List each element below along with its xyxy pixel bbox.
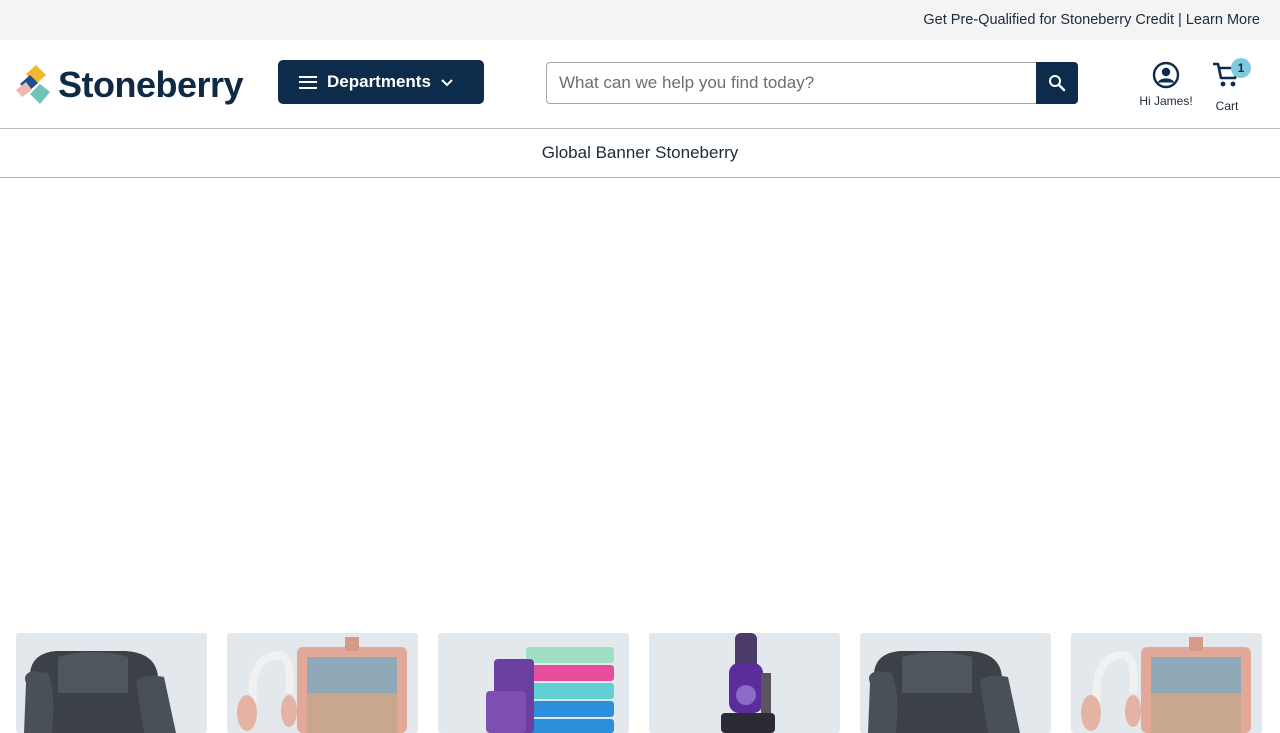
- logo-wordmark: Stoneberry: [58, 64, 244, 105]
- product-card-recliner[interactable]: [860, 633, 1051, 733]
- chevron-down-icon: [441, 79, 453, 87]
- cart-count-badge: 1: [1231, 58, 1251, 78]
- recliner-image: [24, 651, 176, 733]
- search-button[interactable]: [1036, 62, 1078, 104]
- hero-area: [0, 178, 1280, 633]
- prequalify-link[interactable]: Get Pre-Qualified for Stoneberry Credit …: [923, 12, 1260, 28]
- product-carousel: [16, 633, 1262, 733]
- hamburger-menu-icon: [299, 75, 317, 89]
- product-card-recliner[interactable]: [16, 633, 207, 733]
- cart-label: Cart: [1215, 99, 1239, 113]
- user-account-icon: [1152, 61, 1180, 89]
- product-card-vacuum[interactable]: [649, 633, 840, 733]
- headphones-tablet-image: [237, 637, 407, 733]
- towel-set-image: [486, 647, 614, 733]
- account-greeting: Hi James!: [1139, 94, 1193, 108]
- recliner-image: [868, 651, 1020, 733]
- account-button[interactable]: Hi James!: [1136, 61, 1196, 108]
- global-banner: Global Banner Stoneberry: [0, 129, 1280, 178]
- search-icon: [1049, 75, 1066, 92]
- search-input[interactable]: [546, 62, 1036, 104]
- departments-label: Departments: [327, 72, 431, 91]
- product-card-headphones[interactable]: [1071, 633, 1262, 733]
- site-header: Stoneberry Departments Hi James!: [0, 40, 1280, 129]
- vacuum-image: [721, 633, 775, 733]
- logo-mark-icon: [16, 65, 50, 104]
- product-card-towels[interactable]: [438, 633, 629, 733]
- promo-bar: Get Pre-Qualified for Stoneberry Credit …: [0, 0, 1280, 40]
- headphones-tablet-image: [1081, 637, 1251, 733]
- cart-button[interactable]: 1 Cart: [1208, 58, 1251, 113]
- product-card-headphones[interactable]: [227, 633, 418, 733]
- search-bar: [546, 62, 1078, 104]
- global-banner-text: Global Banner Stoneberry: [541, 143, 739, 162]
- departments-button[interactable]: Departments: [278, 60, 484, 104]
- stoneberry-logo[interactable]: Stoneberry: [16, 63, 244, 107]
